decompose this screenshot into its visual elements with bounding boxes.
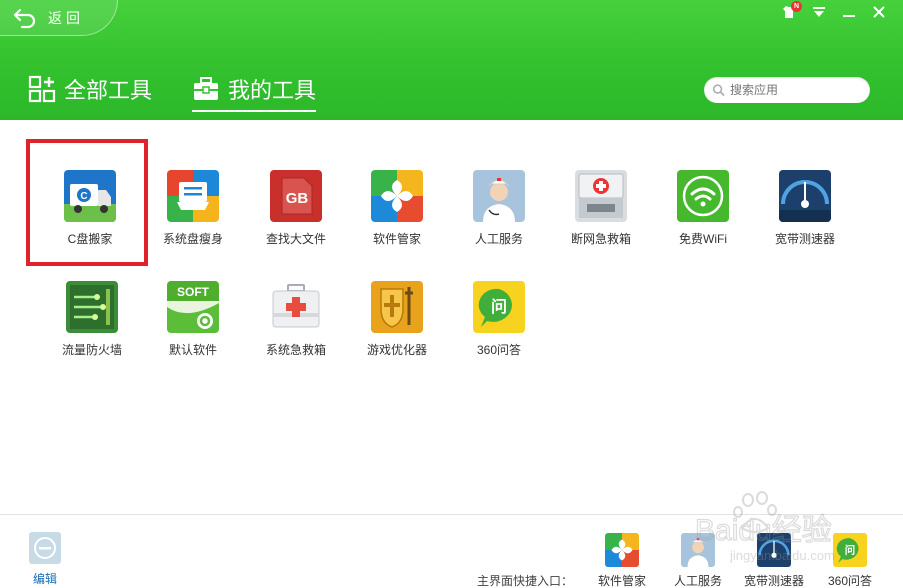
tool-label: 宽带测速器 xyxy=(774,232,835,246)
tool-system-disk-slim[interactable]: 系统盘瘦身 xyxy=(143,170,243,270)
quick-item-label: 软件管家 xyxy=(597,574,646,588)
tool-find-large-file[interactable]: GB 查找大文件 xyxy=(246,170,346,270)
quick-speed-test[interactable]: 宽带测速器 xyxy=(739,533,809,588)
quick-software-manager[interactable]: 软件管家 xyxy=(587,533,657,588)
svg-text:C: C xyxy=(80,191,87,202)
quick-manual-service[interactable]: 人工服务 xyxy=(663,533,733,588)
edit-label: 编辑 xyxy=(32,572,57,586)
free-wifi-icon xyxy=(677,170,729,222)
skin-new-badge: N xyxy=(791,1,802,12)
close-icon xyxy=(873,6,885,18)
tool-label: 断网急救箱 xyxy=(570,232,631,246)
speed-test-icon xyxy=(779,170,831,222)
minimize-icon xyxy=(843,15,855,17)
window-controls: N xyxy=(781,1,887,20)
tool-label: 系统盘瘦身 xyxy=(162,232,223,246)
tool-label: 软件管家 xyxy=(372,232,421,246)
tool-speed-test[interactable]: 宽带测速器 xyxy=(755,170,855,270)
tool-label: 默认软件 xyxy=(168,343,217,357)
tool-game-optimizer[interactable]: 游戏优化器 xyxy=(347,281,447,381)
tool-manual-service[interactable]: 人工服务 xyxy=(449,170,549,270)
quick-qa-360[interactable]: 问 360问答 xyxy=(815,533,885,588)
close-button[interactable] xyxy=(871,4,887,20)
system-firstaid-icon xyxy=(270,281,322,333)
tool-system-firstaid[interactable]: 系统急救箱 xyxy=(246,281,346,381)
back-label: 返回 xyxy=(48,9,84,26)
software-manager-icon xyxy=(371,170,423,222)
c-drive-move-icon: C xyxy=(64,170,116,222)
gb-text: GB xyxy=(286,190,309,207)
qa-360-icon: 问 xyxy=(473,281,525,333)
default-software-icon: SOFT xyxy=(167,281,219,333)
tool-label: 流量防火墙 xyxy=(61,343,122,357)
bottom-divider xyxy=(0,514,903,515)
game-optimizer-icon xyxy=(371,281,423,333)
qa-text: 问 xyxy=(491,297,507,316)
minimize-button[interactable] xyxy=(841,4,857,20)
tool-tabs: 全部工具 我的工具 xyxy=(28,72,317,112)
quick-entry-label: 主界面快捷入口： xyxy=(477,574,574,588)
edit-button[interactable]: 编辑 xyxy=(28,532,62,587)
quick-item-label: 宽带测速器 xyxy=(743,574,804,588)
tool-label: 免费WiFi xyxy=(679,232,727,246)
quick-item-label: 人工服务 xyxy=(673,574,722,588)
back-arrow-icon xyxy=(13,8,36,28)
search-icon xyxy=(712,84,725,97)
minus-circle-icon xyxy=(29,532,61,564)
tab-all-tools[interactable]: 全部工具 xyxy=(28,72,152,106)
tool-free-wifi[interactable]: 免费WiFi xyxy=(653,170,753,270)
tool-label: 系统急救箱 xyxy=(265,343,326,357)
tab-my-tools-label: 我的工具 xyxy=(228,78,317,103)
tool-qa-360[interactable]: 问 360问答 xyxy=(449,281,549,381)
speed-test-icon xyxy=(757,533,791,567)
network-firstaid-icon xyxy=(575,170,627,222)
skin-button[interactable]: N xyxy=(781,1,802,20)
grid-icon xyxy=(28,75,56,103)
tab-all-tools-label: 全部工具 xyxy=(64,78,153,103)
tool-label: 游戏优化器 xyxy=(366,343,427,357)
tool-default-software[interactable]: SOFT 默认软件 xyxy=(143,281,243,381)
tool-software-manager[interactable]: 软件管家 xyxy=(347,170,447,270)
search-box[interactable] xyxy=(704,77,870,103)
toolbox-icon xyxy=(194,77,219,100)
tool-label: 360问答 xyxy=(476,343,522,357)
tool-c-drive-move[interactable]: C C盘搬家 xyxy=(40,170,140,270)
qa-text: 问 xyxy=(845,543,855,556)
tool-label: 人工服务 xyxy=(474,232,523,246)
system-disk-slim-icon xyxy=(167,170,219,222)
header-bar: 返回 N 全部工具 我的工具 搜索应用 xyxy=(0,0,903,120)
manual-service-icon xyxy=(681,533,715,567)
back-button[interactable]: 返回 xyxy=(0,0,118,36)
quick-item-label: 360问答 xyxy=(827,574,873,588)
find-large-file-icon: GB xyxy=(270,170,322,222)
search-input[interactable] xyxy=(730,83,870,97)
traffic-firewall-icon xyxy=(66,281,118,333)
menu-button[interactable] xyxy=(811,4,827,20)
tool-traffic-firewall[interactable]: 流量防火墙 xyxy=(42,281,142,381)
tool-network-firstaid[interactable]: 断网急救箱 xyxy=(551,170,651,270)
menu-triangle-icon xyxy=(813,7,825,17)
software-manager-icon xyxy=(605,533,639,567)
tab-my-tools[interactable]: 我的工具 xyxy=(192,72,317,112)
soft-text: SOFT xyxy=(177,285,210,299)
qa-360-icon: 问 xyxy=(833,533,867,567)
manual-service-icon xyxy=(473,170,525,222)
tool-label: C盘搬家 xyxy=(67,232,113,246)
tool-label: 查找大文件 xyxy=(265,232,326,246)
